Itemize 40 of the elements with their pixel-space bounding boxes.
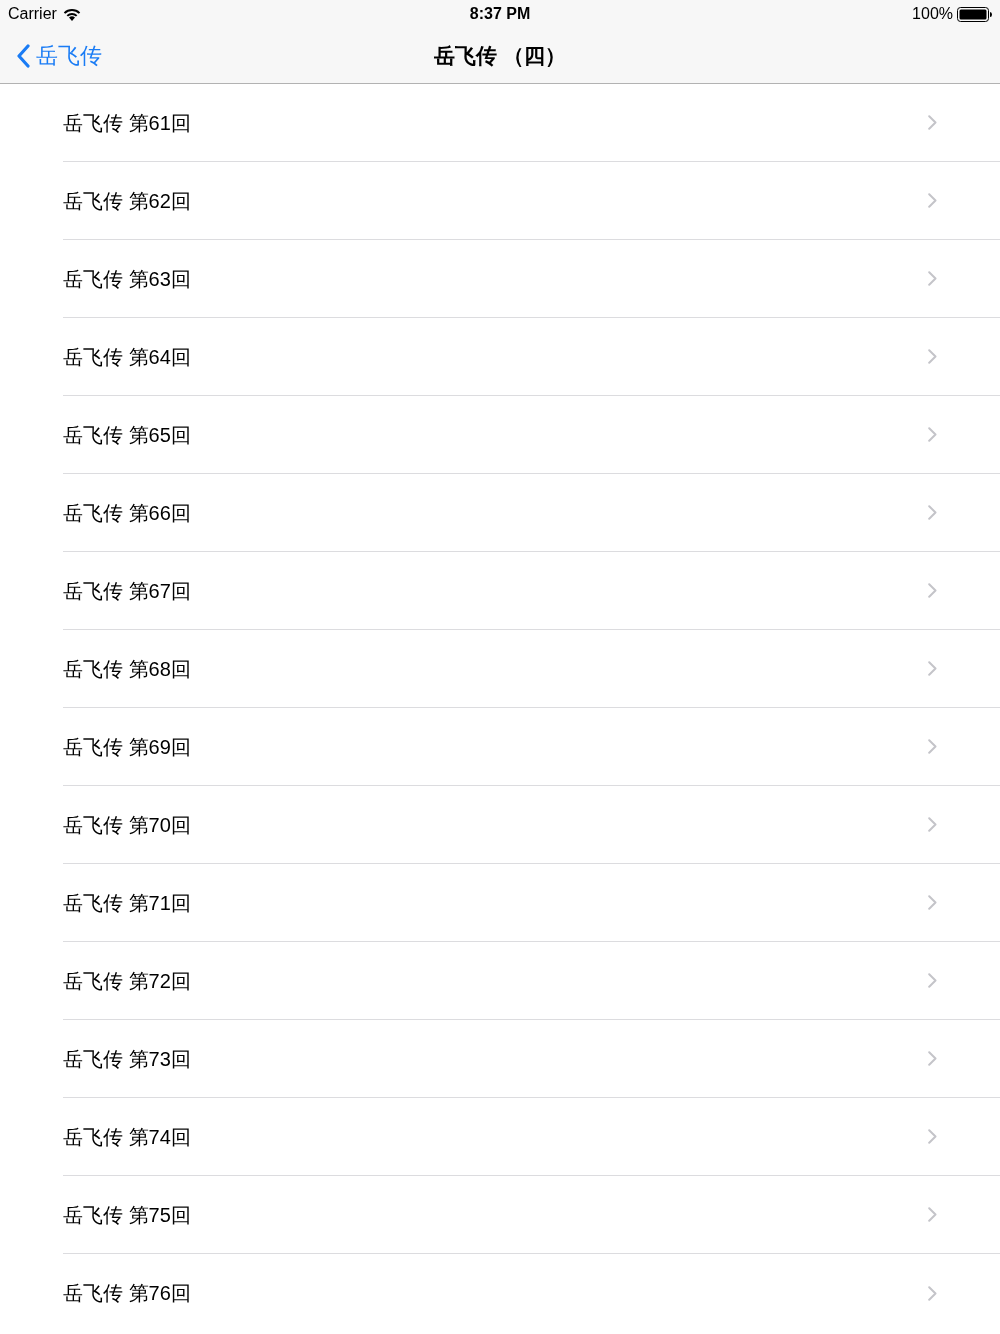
chapter-row[interactable]: 岳飞传 第75回	[0, 1176, 1000, 1254]
chevron-icon	[928, 505, 937, 520]
chevron-icon	[928, 895, 937, 910]
chapter-row[interactable]: 岳飞传 第73回	[0, 1020, 1000, 1098]
wifi-icon	[62, 7, 81, 21]
chapter-row[interactable]: 岳飞传 第76回	[0, 1254, 1000, 1332]
back-chevron-icon	[16, 43, 30, 68]
chapter-row[interactable]: 岳飞传 第69回	[0, 708, 1000, 786]
back-button[interactable]: 岳飞传	[0, 28, 110, 83]
carrier-label: Carrier	[8, 4, 57, 24]
battery-percentage: 100%	[912, 4, 953, 24]
chevron-icon	[928, 1285, 937, 1301]
clock-time: 8:37 PM	[469, 4, 531, 24]
chapter-row[interactable]: 岳飞传 第72回	[0, 942, 1000, 1020]
chapter-row[interactable]: 岳飞传 第64回	[0, 318, 1000, 396]
chapter-row[interactable]: 岳飞传 第65回	[0, 396, 1000, 474]
nav-title: 岳飞传 （四）	[434, 42, 566, 69]
chevron-icon	[928, 1051, 937, 1066]
chapter-row[interactable]: 岳飞传 第62回	[0, 162, 1000, 240]
chevron-icon	[928, 193, 937, 208]
chevron-icon	[928, 1129, 937, 1144]
chevron-icon	[928, 817, 937, 832]
chapter-row[interactable]: 岳飞传 第61回	[0, 84, 1000, 162]
battery-icon	[957, 6, 992, 22]
chevron-icon	[928, 115, 937, 130]
chevron-icon	[928, 583, 937, 598]
chapter-row[interactable]: 岳飞传 第66回	[0, 474, 1000, 552]
chapter-row[interactable]: 岳飞传 第67回	[0, 552, 1000, 630]
chevron-icon	[928, 973, 937, 988]
chapter-row[interactable]: 岳飞传 第74回	[0, 1098, 1000, 1176]
chapter-row[interactable]: 岳飞传 第68回	[0, 630, 1000, 708]
chevron-icon	[928, 1207, 937, 1222]
chapter-row[interactable]: 岳飞传 第70回	[0, 786, 1000, 864]
chevron-icon	[928, 349, 937, 364]
chevron-icon	[928, 427, 937, 442]
chevron-icon	[928, 661, 937, 676]
chapter-row[interactable]: 岳飞传 第71回	[0, 864, 1000, 942]
chevron-icon	[928, 739, 937, 754]
chevron-icon	[928, 271, 937, 286]
chapter-row[interactable]: 岳飞传 第63回	[0, 240, 1000, 318]
